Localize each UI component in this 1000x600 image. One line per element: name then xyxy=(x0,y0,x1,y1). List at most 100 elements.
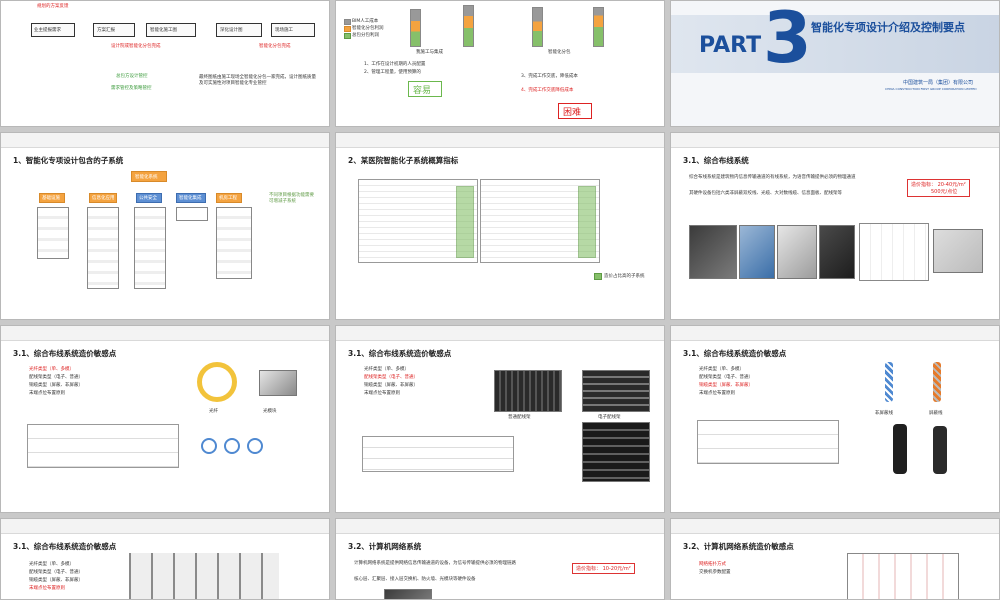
fiber-diagram xyxy=(197,426,267,466)
bullet-3: 铜缆类型（屏蔽、非屏蔽） xyxy=(364,383,418,388)
slide-workflow: 规划的方案反馈 业主提报需求 方案汇报 智能化施工图 深化设计图 现场施工 设计… xyxy=(0,0,330,127)
side-note: 不同项目根据功能需要可增减子系统 xyxy=(269,193,314,204)
bullet-4: 末端点位布置原则 xyxy=(29,586,65,591)
easy-label: 容易 xyxy=(413,86,432,96)
rack-photo xyxy=(689,225,737,279)
label-rule-review: 总包方设计管控 xyxy=(116,74,148,79)
conduit-photo xyxy=(933,229,983,273)
part-word: PART xyxy=(699,33,762,58)
slide-network: 3.2、计算机网络系统 计算机网络系统是提供网络信息传输通道的设备，为信号传输提… xyxy=(335,518,665,600)
bullet-3: 铜缆类型（屏蔽、非屏蔽） xyxy=(29,383,83,388)
price-label: 造价指标： xyxy=(911,182,937,188)
topology-diagram xyxy=(859,223,929,281)
company-en: CHINA CONSTRUCTION FIRST GROUP CORPORATI… xyxy=(885,87,977,91)
part-title: 智能化专项设计介绍及控制要点 xyxy=(811,21,965,34)
leaf-column-2 xyxy=(87,207,119,289)
bullet-1: 光纤类型（单、多模） xyxy=(699,367,744,372)
note-right: 最终图纸由施工现场全智能化分包一家完成，设计图纸质量及可实施性对项目智能化专业管… xyxy=(199,75,316,86)
bar-left-a xyxy=(410,9,421,47)
section-title: 2、某医院智能化子系统概算指标 xyxy=(348,156,459,165)
slide-header xyxy=(336,519,664,534)
bullet-2: 配线架类型（电子、普通） xyxy=(699,375,753,380)
cable-coil-1 xyxy=(893,424,907,474)
bullet-3: 铜缆类型（屏蔽、非屏蔽） xyxy=(699,383,753,388)
legend-swatch-2 xyxy=(344,26,351,32)
note-3: 3、完成工作交底，降低成本 xyxy=(521,74,578,79)
bullet-4: 末端点位布置原则 xyxy=(29,391,65,396)
box-construction-label: 智能化施工图 xyxy=(150,28,177,33)
rack-photo xyxy=(582,422,650,482)
cabinet-photo xyxy=(819,225,855,279)
note-4: 4、完成工作交底降低成本 xyxy=(521,88,574,93)
note-2: 2、管理工程量，使用预算的 xyxy=(364,70,421,75)
bullet-1: 计算机网络系统是提供网络信息传输通道的设备，为信号传输提供必须的物理链路 xyxy=(354,561,516,566)
branch-1-label: 基础设施 xyxy=(42,196,60,201)
leaf-column-5 xyxy=(216,207,252,279)
legend-label: 造价占比高的子系统 xyxy=(604,274,645,279)
label-quality-review: 需求管控及策略管控 xyxy=(111,86,152,91)
section-title: 3.1、综合布线系统造价敏感点 xyxy=(13,349,117,358)
section-title: 3.1、综合布线系统 xyxy=(683,156,749,165)
bullet-2: 配线架类型（电子、普通） xyxy=(29,570,83,575)
bar-right-b xyxy=(593,7,604,47)
slide-hospital-index: 2、某医院智能化子系统概算指标 造价占比高的子系统 xyxy=(335,132,665,320)
part-number: 3 xyxy=(763,0,812,79)
slide-part3: PART 3 智能化专项设计介绍及控制要点 中国建筑一局（集团）有限公司 CHI… xyxy=(670,0,1000,127)
cable-coil-2 xyxy=(933,426,947,474)
label-plan-review: 设计院或智能化分包完成 xyxy=(111,44,161,49)
bullet-1: 光纤类型（单、多模） xyxy=(29,367,74,372)
floor-plan xyxy=(129,553,279,599)
slide-header xyxy=(1,133,329,148)
topology-diagram xyxy=(847,553,959,599)
highlight-right xyxy=(578,186,596,258)
root-node: 智能化系统 xyxy=(131,171,167,182)
branch-2: 信息化应用 xyxy=(89,193,117,203)
section-title: 3.1、综合布线系统造价敏感点 xyxy=(13,542,117,551)
shielding-table xyxy=(697,420,839,464)
slide-subsystems: 1、智能化专项设计包含的子系统 智能化系统 基础设施 信息化应用 公共安全 智能… xyxy=(0,132,330,320)
box-owner: 业主提报需求 xyxy=(31,23,75,37)
slide-header xyxy=(671,519,999,534)
bullet-2: 配线架类型（电子、普通） xyxy=(29,375,83,380)
legend-swatch-1 xyxy=(344,19,351,25)
box-site-label: 现场施工 xyxy=(275,28,293,33)
slide-floorplan: 3.1、综合布线系统造价敏感点 光纤类型（单、多模） 配线架类型（电子、普通） … xyxy=(0,518,330,600)
box-construction: 智能化施工图 xyxy=(146,23,196,37)
unshielded-cable xyxy=(885,362,893,402)
bar-left-b xyxy=(463,5,474,47)
bullet-1: 网络拓扑方式 xyxy=(699,562,726,567)
label-fiber: 光纤 xyxy=(209,409,218,414)
box-site: 现场施工 xyxy=(271,23,315,37)
section-title: 3.1、综合布线系统造价敏感点 xyxy=(348,349,452,358)
fiber-core-1 xyxy=(200,438,217,454)
shielded-cable xyxy=(933,362,941,402)
electronic-panel-photo xyxy=(582,370,650,412)
slide-fiber: 3.1、综合布线系统造价敏感点 光纤类型（单、多模） 配线架类型（电子、普通） … xyxy=(0,325,330,513)
price-value: 20-40元/m² xyxy=(937,182,966,188)
box-solution: 方案汇报 xyxy=(93,23,135,37)
fiber-core-3 xyxy=(247,438,264,454)
slide-cabling: 3.1、综合布线系统 综合布线系统是建筑物内信息传输通道的有线系统，为语音传输提… xyxy=(670,132,1000,320)
bullet-2: 其硬件设备包括六类非屏蔽双绞线、光缆、大对数线缆、信息面板、配线架等 xyxy=(689,191,842,196)
legend-swatch xyxy=(594,273,602,280)
label-normal: 普通配线架 xyxy=(508,415,531,420)
fiber-table xyxy=(27,424,179,468)
slide-shielding: 3.1、综合布线系统造价敏感点 光纤类型（单、多模） 配线架类型（电子、普通） … xyxy=(670,325,1000,513)
panel-photo xyxy=(777,225,817,279)
legend-1: BIM人工成本 xyxy=(352,19,379,24)
branch-1: 基础设施 xyxy=(39,193,65,203)
bullet-2: 核心层、汇聚层、接入层交换机、防火墙、光模块等硬件设备 xyxy=(354,577,476,582)
branch-4: 智能化集成 xyxy=(176,193,206,203)
hard-badge: 困难 xyxy=(558,103,592,119)
legend-swatch-3 xyxy=(344,33,351,39)
label-module: 光模块 xyxy=(263,409,277,414)
bullet-4: 末端点位布置原则 xyxy=(364,391,400,396)
switch-photo xyxy=(384,589,432,599)
slide-patch-panels: 3.1、综合布线系统造价敏感点 光纤类型（单、多模） 配线架类型（电子、普通） … xyxy=(335,325,665,513)
box-deepen-label: 深化设计图 xyxy=(220,28,243,33)
bullet-1: 光纤类型（单、多模） xyxy=(364,367,409,372)
slide-header xyxy=(336,326,664,341)
box-deepen: 深化设计图 xyxy=(216,23,262,37)
company-cn: 中国建筑一局（集团）有限公司 xyxy=(903,80,974,86)
section-title: 3.1、综合布线系统造价敏感点 xyxy=(683,349,787,358)
